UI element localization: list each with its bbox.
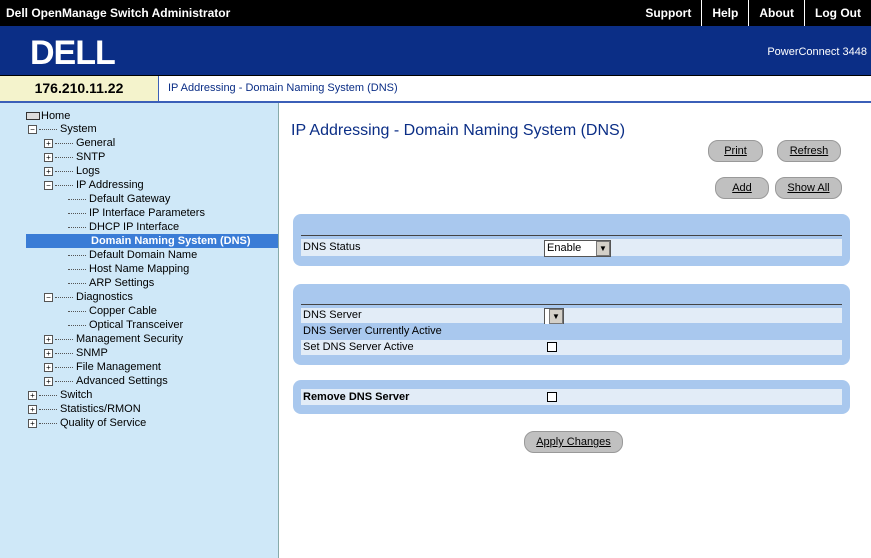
tree-item-arp-settings[interactable]: ARP Settings: [68, 277, 154, 290]
tree-item-dns[interactable]: Domain Naming System (DNS): [26, 234, 278, 248]
expand-icon[interactable]: +: [44, 362, 53, 372]
tree-item-quality-of-service[interactable]: + Quality of Service: [28, 417, 146, 430]
tree-item-host-name-mapping[interactable]: Host Name Mapping: [68, 263, 189, 276]
print-button[interactable]: Print: [708, 140, 763, 162]
dns-status-row: DNS Status Enable ▼: [301, 239, 842, 257]
remove-dns-panel: Remove DNS Server: [293, 380, 850, 414]
add-button[interactable]: Add: [715, 177, 769, 199]
set-active-label: Set DNS Server Active: [303, 341, 414, 353]
navigation-tree: Home − System + General + SNTP + Logs − IP Ad…: [0, 103, 279, 558]
top-bar: Dell OpenManage Switch Administrator Sup…: [0, 0, 871, 26]
dns-server-panel: DNS Server ▼ DNS Server Currently Active…: [293, 284, 850, 365]
tree-item-statistics-rmon[interactable]: + Statistics/RMON: [28, 403, 141, 416]
expand-icon[interactable]: +: [44, 348, 53, 358]
dns-server-row: DNS Server ▼: [301, 308, 842, 325]
tree-item-snmp[interactable]: + SNMP: [44, 347, 108, 360]
about-link[interactable]: About: [748, 0, 804, 26]
expand-icon[interactable]: +: [44, 334, 53, 344]
expand-icon[interactable]: +: [28, 404, 37, 414]
dns-active-label: DNS Server Currently Active: [303, 325, 442, 337]
collapse-icon[interactable]: −: [44, 180, 53, 190]
main-content: IP Addressing - Domain Naming System (DN…: [279, 103, 871, 558]
chevron-down-icon[interactable]: ▼: [549, 309, 563, 324]
tree-item-switch[interactable]: + Switch: [28, 389, 92, 402]
expand-icon[interactable]: +: [28, 418, 37, 428]
collapse-icon[interactable]: −: [44, 292, 53, 302]
home-icon: [26, 112, 40, 121]
support-link[interactable]: Support: [635, 0, 701, 26]
dns-active-row: DNS Server Currently Active: [301, 324, 842, 339]
breadcrumb: IP Addressing - Domain Naming System (DN…: [168, 82, 398, 94]
dns-server-select[interactable]: ▼: [544, 308, 564, 325]
remove-label: Remove DNS Server: [303, 391, 410, 403]
refresh-button[interactable]: Refresh: [777, 140, 841, 162]
tree-item-general[interactable]: + General: [44, 137, 115, 150]
tree-item-sntp[interactable]: + SNTP: [44, 151, 105, 164]
tree-item-system[interactable]: − System: [28, 123, 97, 136]
tree-item-dhcp-ip-interface[interactable]: DHCP IP Interface: [68, 221, 179, 234]
expand-icon[interactable]: +: [44, 138, 53, 148]
tree-item-logs[interactable]: + Logs: [44, 165, 100, 178]
show-all-button[interactable]: Show All: [775, 177, 842, 199]
dns-status-select[interactable]: Enable ▼: [544, 240, 611, 257]
logout-link[interactable]: Log Out: [804, 0, 871, 26]
expand-icon[interactable]: +: [28, 390, 37, 400]
help-link[interactable]: Help: [701, 0, 748, 26]
tree-item-home[interactable]: Home: [26, 110, 70, 123]
tree-item-default-domain-name[interactable]: Default Domain Name: [68, 249, 197, 262]
page-title: IP Addressing - Domain Naming System (DN…: [291, 122, 626, 139]
set-active-row: Set DNS Server Active: [301, 340, 842, 355]
tree-item-copper-cable[interactable]: Copper Cable: [68, 305, 157, 318]
remove-row: Remove DNS Server: [301, 389, 842, 405]
dns-status-panel: DNS Status Enable ▼: [293, 214, 850, 266]
expand-icon[interactable]: +: [44, 166, 53, 176]
model-name: PowerConnect 3448: [767, 46, 867, 58]
tree-item-ip-interface-parameters[interactable]: IP Interface Parameters: [68, 207, 205, 220]
tree-item-default-gateway[interactable]: Default Gateway: [68, 193, 170, 206]
tree-item-advanced-settings[interactable]: + Advanced Settings: [44, 375, 168, 388]
tree-item-diagnostics[interactable]: − Diagnostics: [44, 291, 133, 304]
tree-item-ip-addressing[interactable]: − IP Addressing: [44, 179, 144, 192]
set-active-checkbox[interactable]: [547, 342, 557, 353]
remove-checkbox[interactable]: [547, 392, 557, 403]
banner: DELL PowerConnect 3448: [0, 26, 871, 76]
expand-icon[interactable]: +: [44, 152, 53, 162]
dns-server-label: DNS Server: [303, 309, 362, 321]
top-links: Support Help About Log Out: [635, 0, 871, 26]
apply-changes-button[interactable]: Apply Changes: [524, 431, 623, 453]
tree-item-optical-transceiver[interactable]: Optical Transceiver: [68, 319, 183, 332]
app-title: Dell OpenManage Switch Administrator: [6, 6, 231, 20]
chevron-down-icon[interactable]: ▼: [596, 241, 610, 256]
dell-logo: DELL: [30, 34, 116, 72]
tree-item-file-management[interactable]: + File Management: [44, 361, 161, 374]
tree-item-management-security[interactable]: + Management Security: [44, 333, 183, 346]
collapse-icon[interactable]: −: [28, 124, 37, 134]
device-ip: 176.210.11.22: [0, 76, 159, 101]
expand-icon[interactable]: +: [44, 376, 53, 386]
address-bar: 176.210.11.22 IP Addressing - Domain Nam…: [0, 76, 871, 103]
dns-status-label: DNS Status: [303, 241, 361, 253]
